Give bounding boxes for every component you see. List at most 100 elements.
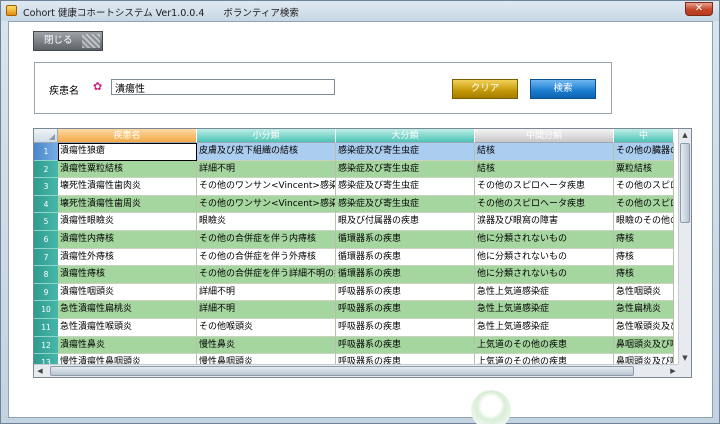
scroll-left-icon[interactable]: ◀ (34, 365, 46, 377)
table-cell[interactable]: 呼吸器系の疾患 (336, 301, 475, 319)
table-cell[interactable]: 潰瘍性痔核 (58, 266, 197, 284)
table-cell[interactable]: 循環器系の疾患 (336, 248, 475, 267)
table-cell[interactable]: 上気道のその他の疾患 (475, 336, 614, 355)
search-button[interactable]: 検索 (530, 79, 596, 99)
row-number[interactable]: 3 (34, 178, 58, 196)
disease-name-input[interactable] (111, 79, 335, 95)
table-cell[interactable]: 詳細不明 (197, 160, 336, 179)
table-row[interactable]: 2 潰瘍性粟粒結核 詳細不明 感染症及び寄生虫症 結核 粟粒結核 (34, 160, 674, 179)
table-cell[interactable]: 感染症及び寄生虫症 (336, 195, 475, 214)
table-cell[interactable]: 急性咽頭炎 (614, 283, 674, 302)
column-header-subcategory[interactable]: 小分類 (197, 129, 336, 143)
table-cell[interactable]: 潰瘍性外痔核 (58, 248, 197, 267)
table-row[interactable]: 4 壊死性潰瘍性歯周炎 その他のワンサン<Vincent>感染症 感染症及び寄生虫症そ… (34, 195, 674, 214)
table-cell[interactable]: 循環器系の疾患 (336, 266, 475, 284)
table-cell[interactable]: 慢性鼻炎 (197, 336, 336, 355)
table-cell[interactable]: 壊死性潰瘍性歯周炎 (58, 195, 197, 214)
table-row[interactable]: 8潰瘍性痔核その他の合併症を伴う詳細不明の痔核循環器系の疾患他に分類されないもの… (34, 266, 674, 284)
table-cell[interactable]: その他喉頭炎 (197, 318, 336, 337)
table-row[interactable]: 5潰瘍性眼瞼炎眼瞼炎眼及び付属器の疾患涙器及び眼窩の障害眼瞼のその他の炎症 (34, 213, 674, 231)
row-number[interactable]: 12 (34, 336, 58, 355)
table-cell[interactable]: 他に分類されないもの (475, 248, 614, 267)
table-cell[interactable]: 結核 (475, 143, 614, 161)
table-cell[interactable]: 急性潰瘍性喉頭炎 (58, 318, 197, 337)
table-row[interactable]: 10 急性潰瘍性扁桃炎 詳細不明 呼吸器系の疾患 急性上気道感染症 急性扁桃炎 (34, 301, 674, 319)
table-cell[interactable]: 潰瘍性内痔核 (58, 230, 197, 249)
table-cell[interactable]: 痔核 (614, 266, 674, 284)
row-number[interactable]: 2 (34, 160, 58, 179)
row-number[interactable]: 6 (34, 230, 58, 249)
table-cell[interactable]: 他に分類されないもの (475, 230, 614, 249)
table-row[interactable]: 12潰瘍性鼻炎慢性鼻炎呼吸器系の疾患上気道のその他の疾患鼻咽頭炎及び咽頭 (34, 336, 674, 355)
results-grid[interactable]: 疾患名 小分類 大分類 中間分類 中 1 潰瘍性狼瘡 皮膚及び皮下組織の結核 感染症及… (33, 128, 692, 378)
clear-button[interactable]: クリア (452, 79, 518, 99)
table-row[interactable]: 3 壊死性潰瘍性歯肉炎 その他のワンサン<Vincent>感染症 感染症及び寄生虫症そ… (34, 178, 674, 196)
horizontal-scroll-thumb[interactable] (50, 366, 634, 376)
table-cell[interactable]: その他のスピロヘータ (614, 195, 674, 214)
table-cell[interactable]: 呼吸器系の疾患 (336, 336, 475, 355)
table-cell[interactable]: 急性上気道感染症 (475, 318, 614, 337)
table-cell[interactable]: 急性扁桃炎 (614, 301, 674, 319)
table-cell[interactable]: 涙器及び眼窩の障害 (475, 213, 614, 231)
table-cell[interactable]: 壊死性潰瘍性歯肉炎 (58, 178, 197, 196)
table-cell[interactable]: その他のワンサン<Vincent>感染症 (197, 178, 336, 196)
column-header-disease[interactable]: 疾患名 (58, 129, 197, 143)
table-cell[interactable]: 潰瘍性眼瞼炎 (58, 213, 197, 231)
vertical-scroll-thumb[interactable] (680, 143, 690, 223)
row-number[interactable]: 10 (34, 301, 58, 319)
table-cell[interactable]: 結核 (475, 160, 614, 179)
table-cell[interactable]: その他のスピロヘータ疾患 (475, 195, 614, 214)
table-cell[interactable]: 詳細不明 (197, 283, 336, 302)
row-number[interactable]: 11 (34, 318, 58, 337)
table-row[interactable]: 11急性潰瘍性喉頭炎その他喉頭炎呼吸器系の疾患急性上気道感染症急性喉頭炎及び気 (34, 318, 674, 337)
table-cell[interactable]: 詳細不明 (197, 301, 336, 319)
table-cell[interactable]: 眼瞼のその他の炎症 (614, 213, 674, 231)
table-cell[interactable]: その他の合併症を伴う外痔核 (197, 248, 336, 267)
table-cell[interactable]: 粟粒結核 (614, 160, 674, 179)
table-cell[interactable]: 潰瘍性咽頭炎 (58, 283, 197, 302)
table-cell[interactable]: 眼瞼炎 (197, 213, 336, 231)
table-cell[interactable]: 急性潰瘍性扁桃炎 (58, 301, 197, 319)
table-cell[interactable]: その他のワンサン<Vincent>感染症 (197, 195, 336, 214)
row-number[interactable]: 1 (34, 143, 58, 161)
window-close-button[interactable]: ✕ (685, 2, 713, 16)
table-cell[interactable]: 鼻咽頭炎及び咽頭 (614, 336, 674, 355)
table-cell[interactable]: 痔核 (614, 230, 674, 249)
table-cell[interactable]: 急性上気道感染症 (475, 283, 614, 302)
select-all-corner[interactable] (34, 129, 58, 143)
table-cell[interactable]: 感染症及び寄生虫症 (336, 160, 475, 179)
table-cell[interactable]: 呼吸器系の疾患 (336, 283, 475, 302)
table-cell[interactable]: 感染症及び寄生虫症 (336, 143, 475, 161)
table-cell[interactable]: 急性上気道感染症 (475, 301, 614, 319)
table-cell[interactable]: 潰瘍性鼻炎 (58, 336, 197, 355)
scroll-up-icon[interactable]: ▲ (679, 129, 691, 142)
table-cell[interactable]: その他のスピロヘータ (614, 178, 674, 196)
table-cell[interactable]: その他の合併症を伴う詳細不明の痔核 (197, 266, 336, 284)
row-number[interactable]: 5 (34, 213, 58, 231)
column-header-major-category[interactable]: 大分類 (336, 129, 475, 143)
vertical-scrollbar[interactable]: ▲ ▼ (678, 129, 691, 365)
column-header-middle[interactable]: 中 (614, 129, 674, 143)
row-number[interactable]: 7 (34, 248, 58, 267)
table-cell[interactable]: その他の合併症を伴う内痔核 (197, 230, 336, 249)
table-cell[interactable]: その他の臓器の結核 (614, 143, 674, 161)
table-cell[interactable]: 痔核 (614, 248, 674, 267)
title-bar[interactable]: Cohort 健康コホートシステム Ver1.0.0.4 ボランティア検索 ✕ (1, 1, 719, 21)
horizontal-scrollbar[interactable]: ◀ ▶ (34, 364, 679, 377)
table-row[interactable]: 1潰瘍性狼瘡皮膚及び皮下組織の結核感染症及び寄生虫症結核その他の臓器の結核 (34, 143, 674, 161)
table-row[interactable]: 7 潰瘍性外痔核 その他の合併症を伴う外痔核 循環器系の疾患 他に分類されないもの 痔核 (34, 248, 674, 267)
column-header-middle-category[interactable]: 中間分類 (475, 129, 614, 143)
row-number[interactable]: 8 (34, 266, 58, 284)
table-cell[interactable]: その他のスピロヘータ疾患 (475, 178, 614, 196)
table-row[interactable]: 9 潰瘍性咽頭炎 詳細不明 呼吸器系の疾患 急性上気道感染症 急性咽頭炎 (34, 283, 674, 302)
table-row[interactable]: 6 潰瘍性内痔核 その他の合併症を伴う内痔核 循環器系の疾患 他に分類されないもの 痔核 (34, 230, 674, 249)
table-cell[interactable]: 眼及び付属器の疾患 (336, 213, 475, 231)
table-cell[interactable]: 呼吸器系の疾患 (336, 318, 475, 337)
table-cell[interactable]: 潰瘍性狼瘡 (58, 143, 197, 161)
table-cell[interactable]: 循環器系の疾患 (336, 230, 475, 249)
table-cell[interactable]: 他に分類されないもの (475, 266, 614, 284)
table-cell[interactable]: 感染症及び寄生虫症 (336, 178, 475, 196)
row-number[interactable]: 9 (34, 283, 58, 302)
row-number[interactable]: 4 (34, 195, 58, 214)
table-cell[interactable]: 皮膚及び皮下組織の結核 (197, 143, 336, 161)
